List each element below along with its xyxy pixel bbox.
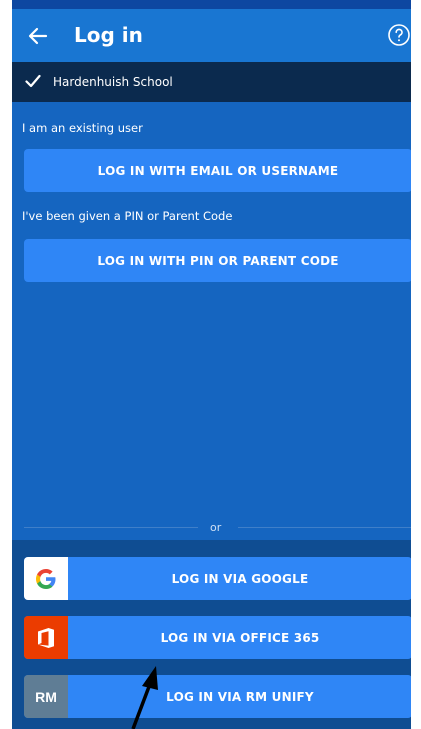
help-icon[interactable] <box>387 23 411 47</box>
google-icon-box <box>24 557 68 600</box>
login-options: I am an existing user LOG IN WITH EMAIL … <box>12 102 411 517</box>
login-pin-button[interactable]: LOG IN WITH PIN OR PARENT CODE <box>24 239 411 282</box>
separator-line-right <box>238 527 411 528</box>
google-icon <box>36 568 56 589</box>
pin-label: I've been given a PIN or Parent Code <box>22 209 233 223</box>
rm-unify-icon: RM <box>35 688 57 705</box>
separator-line-left <box>24 527 198 528</box>
left-edge <box>0 0 12 729</box>
login-office365-button[interactable]: LOG IN VIA OFFICE 365 <box>24 616 411 659</box>
status-bar <box>12 0 411 9</box>
rm-unify-button-label: LOG IN VIA RM UNIFY <box>166 689 314 704</box>
google-button-label: LOG IN VIA GOOGLE <box>171 571 309 586</box>
phone-screen: Log in Hardenhuish School I am an existi… <box>12 0 411 729</box>
rm-unify-icon-box: RM <box>24 675 68 718</box>
sso-area: LOG IN VIA GOOGLE LOG IN VIA OFFICE 365 … <box>12 540 411 729</box>
page-title: Log in <box>74 23 143 47</box>
or-text: or <box>210 521 222 534</box>
existing-user-label: I am an existing user <box>22 121 143 135</box>
office365-button-label: LOG IN VIA OFFICE 365 <box>160 630 320 645</box>
right-edge <box>411 0 421 729</box>
school-name: Hardenhuish School <box>53 75 173 89</box>
check-icon <box>25 74 41 88</box>
selected-school-bar[interactable]: Hardenhuish School <box>12 62 411 102</box>
or-separator: or <box>12 518 411 538</box>
login-rm-unify-button[interactable]: RM LOG IN VIA RM UNIFY <box>24 675 411 718</box>
app-bar: Log in <box>12 9 411 62</box>
back-arrow-icon[interactable] <box>24 22 52 50</box>
office-365-icon-box <box>24 616 68 659</box>
login-google-button[interactable]: LOG IN VIA GOOGLE <box>24 557 411 600</box>
office-365-icon <box>38 627 54 648</box>
login-email-button[interactable]: LOG IN WITH EMAIL OR USERNAME <box>24 149 411 192</box>
